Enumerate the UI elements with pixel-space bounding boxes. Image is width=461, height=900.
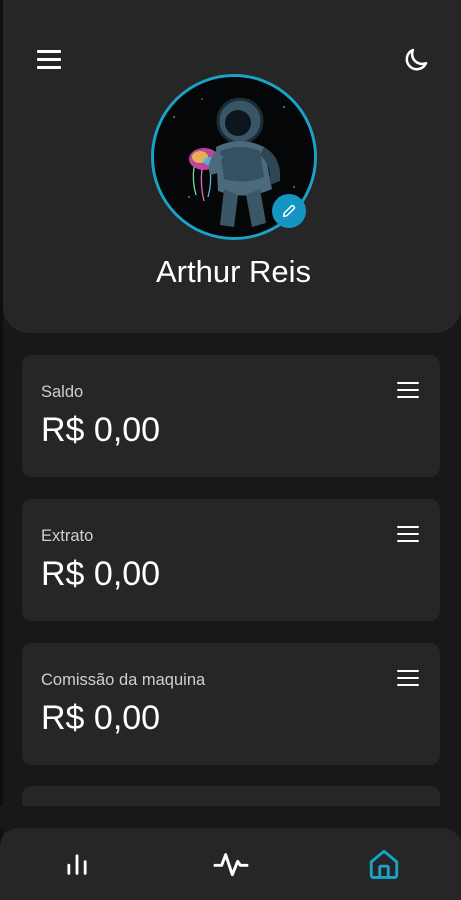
card-menu-button[interactable] (396, 524, 420, 544)
menu-icon-line (37, 50, 61, 53)
statement-card[interactable]: Extrato R$ 0,00 (22, 499, 440, 621)
theme-toggle-button[interactable] (401, 45, 431, 75)
home-icon (369, 849, 399, 879)
menu-icon-line (397, 677, 419, 680)
menu-icon-line (397, 389, 419, 392)
menu-icon-line (397, 670, 419, 673)
scroll-gap (0, 806, 461, 828)
menu-icon-line (397, 533, 419, 536)
card-label: Extrato (41, 527, 94, 545)
menu-button[interactable] (35, 47, 65, 73)
activity-icon (213, 853, 249, 877)
menu-icon-line (397, 396, 419, 399)
user-name: Arthur Reis (155, 254, 312, 289)
nav-stats[interactable] (42, 828, 112, 900)
balance-card[interactable]: Saldo R$ 0,00 (22, 355, 440, 477)
bar-chart-icon (67, 854, 87, 875)
edit-avatar-button[interactable] (272, 194, 306, 228)
pencil-icon (282, 204, 296, 218)
nav-home[interactable] (349, 828, 419, 900)
avatar-container (151, 74, 317, 240)
bottom-navigation (0, 828, 461, 900)
card-label: Saldo (41, 383, 84, 401)
moon-icon (405, 48, 428, 71)
card-value: R$ 0,00 (41, 411, 161, 449)
menu-icon-line (397, 684, 419, 687)
app-screen: Arthur Reis Saldo R$ 0,00 Extrato R$ 0,0… (0, 0, 461, 900)
profile-header: Arthur Reis (3, 0, 461, 333)
menu-icon-line (397, 382, 419, 385)
menu-icon-line (397, 540, 419, 543)
card-menu-button[interactable] (396, 668, 420, 688)
nav-activity[interactable] (196, 828, 266, 900)
machine-commission-card[interactable]: Comissão da maquina R$ 0,00 (22, 643, 440, 765)
card-menu-button[interactable] (396, 380, 420, 400)
card-label: Comissão da maquina (41, 671, 206, 689)
menu-icon-line (397, 526, 419, 529)
menu-icon-line (37, 66, 61, 69)
card-value: R$ 0,00 (41, 555, 161, 593)
menu-icon-line (37, 58, 61, 61)
card-value: R$ 0,00 (41, 699, 161, 737)
